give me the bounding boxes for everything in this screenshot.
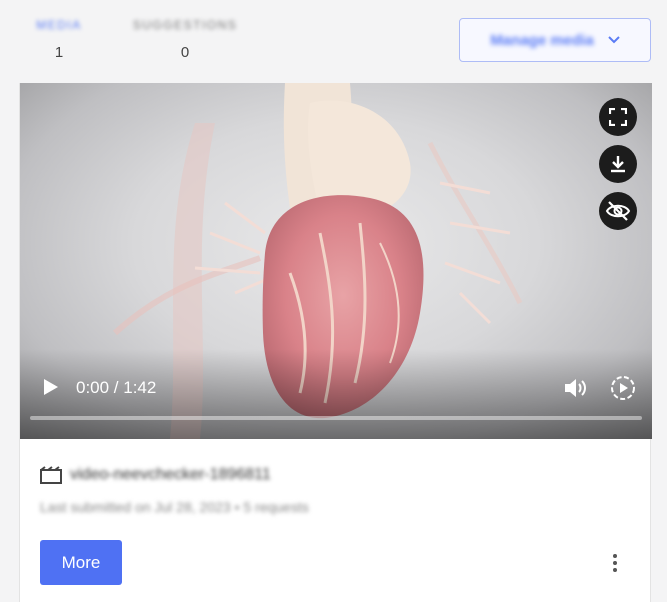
tab-suggestions-count: 0: [180, 44, 190, 61]
tab-suggestions[interactable]: SUGGESTIONS 0: [127, 18, 243, 61]
eye-off-icon[interactable]: [599, 192, 637, 230]
more-button[interactable]: More: [40, 540, 122, 585]
play-icon[interactable]: [41, 377, 61, 397]
kebab-menu-icon[interactable]: [605, 550, 625, 576]
manage-media-button[interactable]: Manage media: [459, 18, 651, 62]
media-card: 0:00 / 1:42 video-neevchecker-1896811 La…: [19, 83, 652, 602]
media-title: video-neevchecker-1896811: [70, 466, 271, 483]
fullscreen-icon[interactable]: [599, 98, 637, 136]
download-icon[interactable]: [599, 145, 637, 183]
manage-media-label: Manage media: [490, 31, 594, 49]
tab-media-count: 1: [54, 44, 64, 61]
chevron-down-icon: [607, 33, 620, 47]
media-title-row: video-neevchecker-1896811: [40, 466, 271, 484]
tab-suggestions-label: SUGGESTIONS: [132, 18, 238, 32]
video-player[interactable]: 0:00 / 1:42: [20, 83, 652, 439]
volume-icon[interactable]: [563, 376, 589, 400]
tab-media-label: MEDIA: [36, 18, 82, 32]
video-progress-bar[interactable]: [30, 416, 642, 420]
playback-speed-icon[interactable]: [609, 374, 637, 402]
tab-media[interactable]: MEDIA 1: [32, 18, 86, 61]
video-time: 0:00 / 1:42: [76, 378, 157, 397]
media-tabs: MEDIA 1 SUGGESTIONS 0 Manage media: [0, 0, 667, 82]
video-file-icon: [40, 466, 62, 484]
media-subtitle: Last submitted on Jul 28, 2023 • 5 reque…: [40, 499, 309, 515]
